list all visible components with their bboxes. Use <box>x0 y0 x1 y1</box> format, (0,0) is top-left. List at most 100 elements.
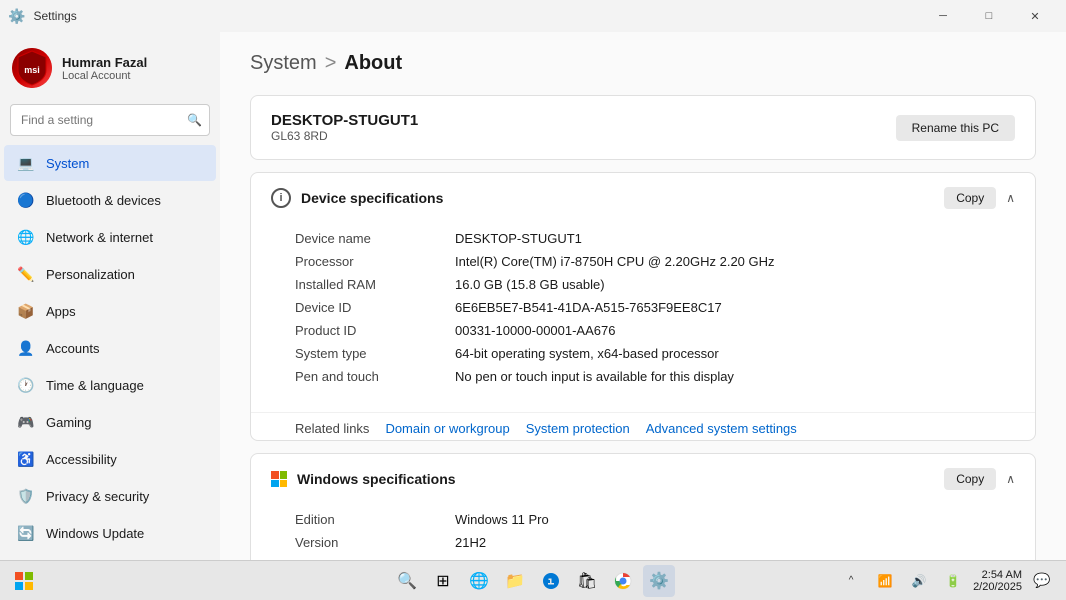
sidebar-item-label-network: Network & internet <box>46 230 153 245</box>
titlebar-title: Settings <box>33 9 76 23</box>
device-specs-copy-button[interactable]: Copy <box>944 187 996 209</box>
spec-value: 21H2 <box>455 535 486 550</box>
sidebar-item-bluetooth[interactable]: 🔵 Bluetooth & devices <box>4 182 216 218</box>
sidebar-item-apps[interactable]: 📦 Apps <box>4 293 216 329</box>
taskbar-search-icon[interactable]: 🔍 <box>391 565 423 597</box>
table-row: Product ID 00331-10000-00001-AA676 <box>295 319 1015 342</box>
minimize-button[interactable]: ─ <box>920 0 966 32</box>
sidebar-item-gaming[interactable]: 🎮 Gaming <box>4 404 216 440</box>
maximize-button[interactable]: □ <box>966 0 1012 32</box>
accounts-icon: 👤 <box>16 338 36 358</box>
system-protection-link[interactable]: System protection <box>526 421 630 436</box>
sidebar-item-mixed_reality[interactable]: 🥽 Mixed reality <box>4 552 216 560</box>
spec-value: Windows 11 Pro <box>455 512 549 527</box>
network-icon[interactable]: 📶 <box>869 565 901 597</box>
systray-chevron-icon[interactable]: ^ <box>835 565 867 597</box>
table-row: System type 64-bit operating system, x64… <box>295 342 1015 365</box>
device-specs-body: Device name DESKTOP-STUGUT1 Processor In… <box>251 223 1035 404</box>
windows-specs-header[interactable]: Windows specifications Copy ∧ <box>251 454 1035 504</box>
sidebar-item-label-accessibility: Accessibility <box>46 452 117 467</box>
apps-icon: 📦 <box>16 301 36 321</box>
user-name: Humran Fazal <box>62 55 147 70</box>
windows_update-icon: 🔄 <box>16 523 36 543</box>
taskbar-files-icon[interactable]: 📁 <box>499 565 531 597</box>
time-icon: 🕐 <box>16 375 36 395</box>
breadcrumb-current: About <box>344 52 402 75</box>
avatar: msi <box>12 48 52 88</box>
sidebar-item-accessibility[interactable]: ♿ Accessibility <box>4 441 216 477</box>
volume-icon[interactable]: 🔊 <box>903 565 935 597</box>
spec-value: Intel(R) Core(TM) i7-8750H CPU @ 2.20GHz… <box>455 254 775 269</box>
sidebar-item-label-bluetooth: Bluetooth & devices <box>46 193 161 208</box>
advanced-system-settings-link[interactable]: Advanced system settings <box>646 421 797 436</box>
table-row: Version 21H2 <box>295 531 1015 554</box>
taskbar-chrome-icon[interactable] <box>607 565 639 597</box>
privacy-icon: 🛡️ <box>16 486 36 506</box>
rename-pc-button[interactable]: Rename this PC <box>896 115 1015 141</box>
breadcrumb-system[interactable]: System <box>250 52 317 75</box>
table-row: Edition Windows 11 Pro <box>295 508 1015 531</box>
device-specs-header[interactable]: i Device specifications Copy ∧ <box>251 173 1035 223</box>
system-icon: 💻 <box>16 153 36 173</box>
windows-specs-header-left: Windows specifications <box>271 471 456 487</box>
sidebar-item-time[interactable]: 🕐 Time & language <box>4 367 216 403</box>
nav-items: 💻 System 🔵 Bluetooth & devices 🌐 Network… <box>0 144 220 560</box>
spec-label: Product ID <box>295 323 435 338</box>
sidebar-item-system[interactable]: 💻 System <box>4 145 216 181</box>
current-time: 2:54 AM <box>973 569 1022 581</box>
sidebar-item-label-windows_update: Windows Update <box>46 526 144 541</box>
sidebar-item-label-privacy: Privacy & security <box>46 489 149 504</box>
pc-name-card: DESKTOP-STUGUT1 GL63 8RD Rename this PC <box>250 95 1036 160</box>
sidebar: msi Humran Fazal Local Account 🔍 💻 Syste… <box>0 32 220 560</box>
titlebar-controls: ─ □ ✕ <box>920 0 1058 32</box>
spec-label: System type <box>295 346 435 361</box>
spec-label: Pen and touch <box>295 369 435 384</box>
related-links: Related links Domain or workgroup System… <box>251 412 1035 440</box>
taskbar-edge-icon[interactable] <box>535 565 567 597</box>
taskbar-time[interactable]: 2:54 AM 2/20/2025 <box>973 569 1022 593</box>
table-row: Device name DESKTOP-STUGUT1 <box>295 227 1015 250</box>
sidebar-item-privacy[interactable]: 🛡️ Privacy & security <box>4 478 216 514</box>
personalization-icon: ✏️ <box>16 264 36 284</box>
pc-name: DESKTOP-STUGUT1 <box>271 112 418 129</box>
breadcrumb: System > About <box>250 52 1036 75</box>
table-row: Pen and touch No pen or touch input is a… <box>295 365 1015 388</box>
windows-logo-icon <box>271 471 287 487</box>
taskbar-store-icon[interactable]: 🛍 <box>571 565 603 597</box>
start-button[interactable] <box>8 565 40 597</box>
spec-value: 6E6EB5E7-B541-41DA-A515-7653F9EE8C17 <box>455 300 722 315</box>
spec-value: 64-bit operating system, x64-based proce… <box>455 346 719 361</box>
windows-specs-header-right: Copy ∧ <box>944 468 1015 490</box>
notification-icon[interactable]: 💬 <box>1026 565 1058 597</box>
battery-icon[interactable]: 🔋 <box>937 565 969 597</box>
taskbar-center: 🔍 ⊞ 🌐 📁 🛍 ⚙️ <box>391 565 675 597</box>
sidebar-item-personalization[interactable]: ✏️ Personalization <box>4 256 216 292</box>
breadcrumb-separator: > <box>325 52 337 75</box>
svg-text:msi: msi <box>24 65 40 75</box>
pc-info: DESKTOP-STUGUT1 GL63 8RD <box>271 112 418 143</box>
domain-workgroup-link[interactable]: Domain or workgroup <box>385 421 509 436</box>
systray: ^ 📶 🔊 🔋 <box>835 565 969 597</box>
taskbar-right: ^ 📶 🔊 🔋 2:54 AM 2/20/2025 💬 <box>835 565 1058 597</box>
search-input[interactable] <box>10 104 210 136</box>
user-text: Humran Fazal Local Account <box>62 55 147 82</box>
sidebar-item-accounts[interactable]: 👤 Accounts <box>4 330 216 366</box>
sidebar-item-network[interactable]: 🌐 Network & internet <box>4 219 216 255</box>
spec-label: Edition <box>295 512 435 527</box>
windows-specs-copy-button[interactable]: Copy <box>944 468 996 490</box>
windows-specs-card: Windows specifications Copy ∧ Edition Wi… <box>250 453 1036 560</box>
chevron-up-icon: ∧ <box>1006 191 1015 205</box>
taskbar-browser-icon[interactable]: 🌐 <box>463 565 495 597</box>
close-button[interactable]: ✕ <box>1012 0 1058 32</box>
taskbar-settings-icon[interactable]: ⚙️ <box>643 565 675 597</box>
taskbar-left <box>8 565 40 597</box>
device-specs-header-left: i Device specifications <box>271 188 443 208</box>
sidebar-item-label-time: Time & language <box>46 378 144 393</box>
taskbar-widgets-icon[interactable]: ⊞ <box>427 565 459 597</box>
spec-label: Version <box>295 535 435 550</box>
device-specs-card: i Device specifications Copy ∧ Device na… <box>250 172 1036 441</box>
sidebar-item-label-personalization: Personalization <box>46 267 135 282</box>
search-box: 🔍 <box>10 104 210 136</box>
sidebar-item-label-system: System <box>46 156 89 171</box>
sidebar-item-windows_update[interactable]: 🔄 Windows Update <box>4 515 216 551</box>
